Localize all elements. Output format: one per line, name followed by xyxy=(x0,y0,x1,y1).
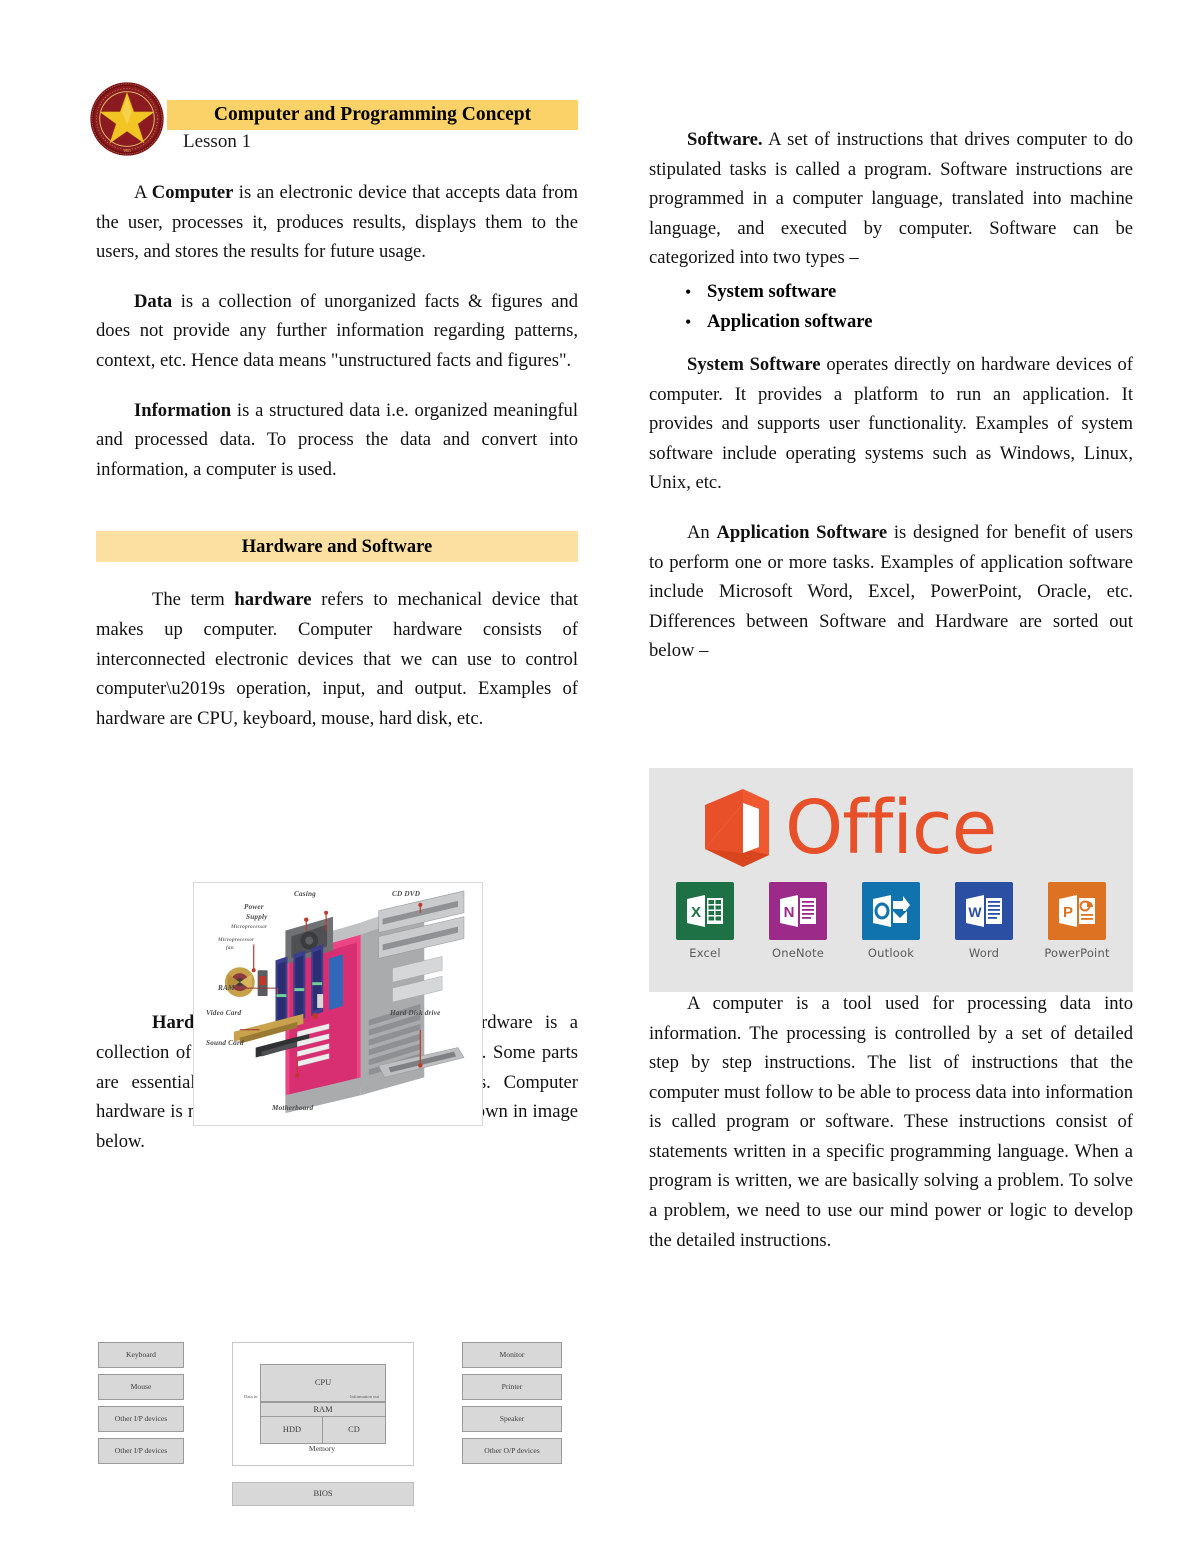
page-title: Computer and Programming Concept xyxy=(213,104,532,126)
block-other-ip-1: Other I/P devices xyxy=(98,1406,184,1432)
excel-icon: X xyxy=(676,882,734,940)
software-types-list: System software Application software xyxy=(649,277,1133,337)
label-hard-disk-drive: Hard Disk drive xyxy=(390,1009,441,1017)
document-page: 1901 Computer and Programming Concept Le… xyxy=(0,0,1200,1553)
list-item-application-software: Application software xyxy=(685,307,1133,337)
office-app-powerpoint: P PowerPoint xyxy=(1035,882,1119,960)
svg-text:N: N xyxy=(784,904,795,921)
label-microprocessor: Microprocessor xyxy=(231,924,268,930)
block-monitor: Monitor xyxy=(462,1342,562,1368)
excel-label: Excel xyxy=(689,946,721,960)
term-data: Data xyxy=(134,290,173,312)
word-icon: W xyxy=(955,882,1013,940)
block-printer: Printer xyxy=(462,1374,562,1400)
label-motherboard: Motherboard xyxy=(272,1104,314,1112)
paragraph-information: Information is a structured data i.e. or… xyxy=(96,396,578,485)
label-power-supply-2: Supply xyxy=(246,913,268,921)
label-fan: fan xyxy=(226,945,234,951)
label-casing: Casing xyxy=(294,890,316,898)
term-application-software: Application Software xyxy=(716,521,888,543)
office-wordmark-group: Office xyxy=(699,780,1099,876)
paragraph-application-software: An Application Software is designed for … xyxy=(649,521,1133,662)
right-column: Software. A set of instructions that dri… xyxy=(649,125,1133,1255)
office-apps-row: X Excel N OneNote Outlook W Word P Power… xyxy=(663,882,1119,960)
block-memory-label: Memory xyxy=(308,1444,336,1453)
section-header-label: Hardware and Software xyxy=(241,536,433,557)
onenote-label: OneNote xyxy=(771,946,825,960)
paragraph-software: Software. A set of instructions that dri… xyxy=(649,125,1133,273)
block-mouse: Mouse xyxy=(98,1374,184,1400)
paragraph-data: Data is a collection of unorganized fact… xyxy=(96,287,578,376)
office-app-onenote: N OneNote xyxy=(756,882,840,960)
onenote-icon: N xyxy=(769,882,827,940)
office-logo-icon xyxy=(705,789,769,867)
block-arrow-in-label: Data in xyxy=(244,1394,258,1399)
block-other-ip-2: Other I/P devices xyxy=(98,1438,184,1464)
label-video-card: Video Card xyxy=(206,1009,242,1017)
block-bios: BIOS xyxy=(232,1482,414,1506)
list-item-system-software: System software xyxy=(685,277,1133,307)
powerpoint-icon: P xyxy=(1048,882,1106,940)
term-software: Software. xyxy=(687,129,763,150)
term-information: Information xyxy=(134,399,232,421)
office-wordmark-text: Office xyxy=(785,785,997,871)
paragraph-hardware-text: refers to mechanical device that makes u… xyxy=(96,589,578,729)
svg-text:W: W xyxy=(968,904,982,920)
paragraph-program: A computer is a tool used for processing… xyxy=(649,992,1133,1251)
figure-computer-internals: Casing CD DVD Power Supply Microprocesso… xyxy=(193,882,483,1126)
paragraph-hardware: The term hardware refers to mechanical d… xyxy=(96,589,578,729)
office-app-word: W Word xyxy=(942,882,1026,960)
label-sound-card: Sound Card xyxy=(206,1039,244,1047)
figure-microsoft-office: Office X Excel N OneNote Outlook W Word … xyxy=(649,768,1133,992)
block-other-op: Other O/P devices xyxy=(462,1438,562,1464)
paragraph-system-software: System Software operates directly on har… xyxy=(649,350,1133,498)
svg-text:1901: 1901 xyxy=(123,149,131,153)
block-speaker: Speaker xyxy=(462,1406,562,1432)
label-ram: RAM xyxy=(218,984,235,992)
figure-block-diagram: Keyboard Mouse Other I/P devices Other I… xyxy=(98,1338,578,1518)
term-computer: Computer xyxy=(151,182,234,203)
powerpoint-label: PowerPoint xyxy=(1044,946,1110,960)
outlook-icon xyxy=(862,882,920,940)
paragraph-computer: A Computer is an electronic device that … xyxy=(96,182,578,263)
outlook-label: Outlook xyxy=(867,946,915,960)
label-microprocessor-fan: Microprocessor xyxy=(218,937,255,943)
university-seal-icon: 1901 xyxy=(88,77,166,161)
svg-text:P: P xyxy=(1063,904,1073,921)
block-hdd: HDD xyxy=(260,1416,324,1444)
term-hardware: hardware xyxy=(234,589,312,611)
block-keyboard: Keyboard xyxy=(98,1342,184,1368)
office-app-outlook: Outlook xyxy=(849,882,933,960)
word-label: Word xyxy=(968,946,1000,960)
label-power-supply: Power xyxy=(244,903,264,911)
document-title-band: Computer and Programming Concept xyxy=(167,100,578,130)
svg-text:X: X xyxy=(691,904,701,921)
label-cd-dvd: CD DVD xyxy=(392,890,421,898)
block-cd: CD xyxy=(322,1416,386,1444)
office-app-excel: X Excel xyxy=(663,882,747,960)
term-system-software: System Software xyxy=(687,353,821,375)
section-header-hardware-software: Hardware and Software xyxy=(96,531,578,563)
block-arrow-out-label: Information out xyxy=(350,1394,379,1399)
